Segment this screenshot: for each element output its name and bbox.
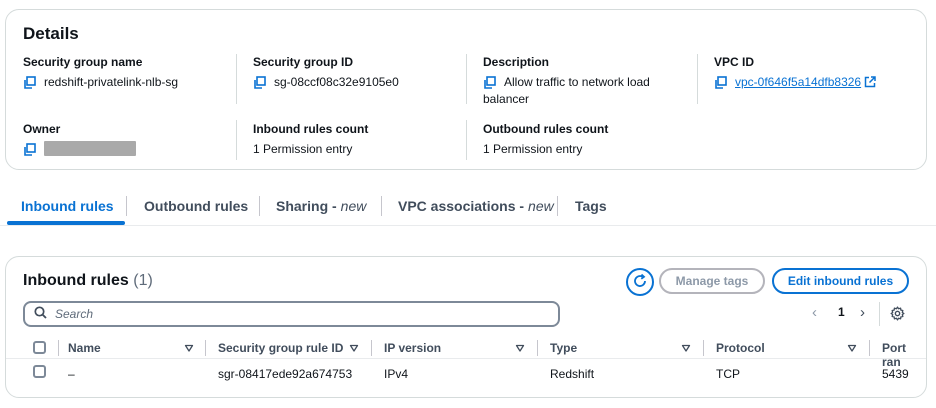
- sort-down-icon[interactable]: [847, 342, 857, 352]
- divider: [466, 120, 467, 160]
- cell-port-range: 5439: [882, 367, 909, 381]
- sort-down-icon[interactable]: [349, 342, 359, 352]
- chevron-right-icon[interactable]: ›: [860, 304, 865, 321]
- tab-separator: [557, 196, 558, 216]
- column-separator: [371, 340, 372, 356]
- owner-redacted-value: [44, 141, 136, 156]
- copy-icon[interactable]: [483, 76, 496, 89]
- field-label: Outbound rules count: [483, 122, 609, 136]
- cell-type: Redshift: [550, 367, 595, 381]
- column-header-name[interactable]: Name: [68, 341, 101, 355]
- tab-bar: Inbound rules Outbound rules Sharing - ne…: [0, 186, 936, 226]
- field-label: Security group name: [23, 55, 143, 69]
- divider: [697, 54, 698, 104]
- field-outbound-rules-count: Outbound rules count 1 Permission entry: [483, 122, 608, 158]
- tab-outbound-rules[interactable]: Outbound rules: [144, 186, 248, 226]
- field-label: Inbound rules count: [253, 122, 369, 136]
- security-group-id-value: sg-08ccf08c32e9105e0: [274, 75, 399, 89]
- tab-label: VPC associations -: [398, 198, 525, 214]
- search-placeholder: Search: [55, 307, 94, 321]
- inbound-rules-count: (1): [133, 272, 153, 289]
- outbound-rules-count-value: 1 Permission entry: [483, 142, 583, 156]
- field-security-group-name: Security group name redshift-privatelink…: [23, 55, 178, 91]
- divider: [236, 120, 237, 160]
- tab-sharing[interactable]: Sharing - new: [276, 186, 366, 226]
- tab-vpc-associations[interactable]: VPC associations - new: [398, 186, 554, 226]
- tab-separator: [259, 196, 260, 216]
- field-label: Description: [483, 55, 550, 69]
- row-checkbox[interactable]: [33, 365, 46, 378]
- inbound-rules-panel: Inbound rules (1) Manage tags Edit inbou…: [5, 256, 927, 398]
- table-header: Name Security group rule ID IP version T…: [6, 337, 926, 369]
- manage-tags-button[interactable]: Manage tags: [659, 268, 765, 294]
- field-label: Owner: [23, 122, 61, 136]
- refresh-icon: [632, 273, 648, 292]
- pager-divider: [879, 302, 880, 326]
- column-header-rule-id[interactable]: Security group rule ID: [218, 341, 343, 355]
- cell-protocol: TCP: [716, 367, 740, 381]
- tab-label: Inbound rules: [21, 198, 114, 214]
- tab-new-suffix: new: [340, 198, 367, 214]
- field-label: Security group ID: [253, 55, 354, 69]
- copy-icon[interactable]: [253, 76, 266, 89]
- column-separator: [205, 340, 206, 356]
- copy-icon[interactable]: [23, 143, 36, 156]
- cell-name: –: [68, 367, 75, 381]
- inbound-rules-title: Inbound rules (1): [23, 272, 153, 290]
- security-group-name-value: redshift-privatelink-nlb-sg: [44, 75, 179, 89]
- active-tab-indicator: [7, 221, 125, 225]
- cell-ip-version: IPv4: [384, 367, 409, 381]
- column-header-port-range[interactable]: Port ran: [882, 341, 926, 369]
- tab-inbound-rules[interactable]: Inbound rules: [21, 186, 114, 226]
- inbound-rules-heading: Inbound rules: [23, 272, 129, 289]
- divider: [466, 54, 467, 104]
- column-header-ip-version[interactable]: IP version: [384, 341, 441, 355]
- refresh-button[interactable]: [626, 268, 654, 296]
- tab-tags[interactable]: Tags: [575, 186, 607, 226]
- sort-down-icon[interactable]: [515, 342, 525, 352]
- column-header-type[interactable]: Type: [550, 341, 577, 355]
- details-panel: Details Security group name redshift-pri…: [5, 9, 927, 170]
- sort-down-icon[interactable]: [681, 342, 691, 352]
- tab-separator: [381, 196, 382, 216]
- field-label: VPC ID: [714, 55, 755, 69]
- gear-icon[interactable]: [890, 306, 905, 324]
- tab-label: Tags: [575, 198, 607, 214]
- select-all-checkbox[interactable]: [33, 341, 46, 354]
- copy-icon[interactable]: [714, 76, 727, 89]
- cell-rule-id: sgr-08417ede92a674753: [218, 367, 353, 381]
- field-vpc-id: VPC ID vpc-0f646f5a14dfb8326: [714, 55, 876, 93]
- column-separator: [58, 340, 59, 356]
- column-header-protocol[interactable]: Protocol: [716, 341, 765, 355]
- current-page-number[interactable]: 1: [838, 305, 845, 319]
- column-separator: [703, 340, 704, 356]
- copy-icon[interactable]: [23, 76, 36, 89]
- field-owner: Owner: [23, 122, 136, 156]
- field-security-group-id: Security group ID sg-08ccf08c32e9105e0: [253, 55, 399, 91]
- chevron-left-icon[interactable]: ‹: [812, 304, 817, 321]
- tab-label: Sharing -: [276, 198, 337, 214]
- tab-label: Outbound rules: [144, 198, 249, 214]
- edit-inbound-rules-button[interactable]: Edit inbound rules: [772, 268, 909, 294]
- description-value-line2: balancer: [483, 92, 530, 106]
- external-link-icon[interactable]: [864, 76, 876, 93]
- tab-separator: [126, 196, 127, 216]
- search-icon: [34, 306, 47, 322]
- field-description: Description Allow traffic to network loa…: [483, 55, 683, 108]
- details-title: Details: [23, 24, 79, 43]
- field-inbound-rules-count: Inbound rules count 1 Permission entry: [253, 122, 368, 158]
- search-input[interactable]: Search: [23, 301, 560, 327]
- description-value-line1: Allow traffic to network load: [504, 75, 650, 89]
- tab-new-suffix: new: [528, 198, 554, 214]
- inbound-rules-count-value: 1 Permission entry: [253, 142, 353, 156]
- column-separator: [537, 340, 538, 356]
- column-separator: [869, 340, 870, 356]
- vpc-id-link[interactable]: vpc-0f646f5a14dfb8326: [735, 75, 861, 89]
- divider: [236, 54, 237, 104]
- sort-down-icon[interactable]: [184, 342, 194, 352]
